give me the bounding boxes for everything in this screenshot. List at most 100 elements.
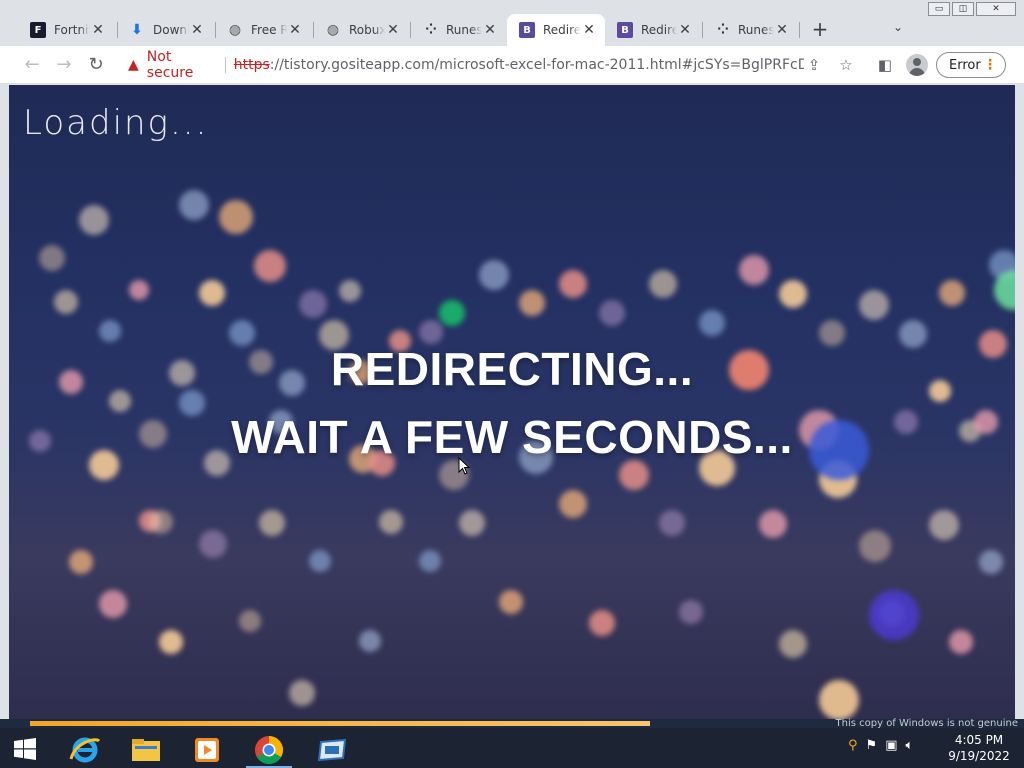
windows-start-icon[interactable]: [14, 738, 36, 760]
bokeh-light: [599, 300, 625, 326]
bokeh-light: [79, 205, 109, 235]
globe-icon: ◍: [326, 22, 340, 38]
error-menu-button[interactable]: Error ⋮: [936, 52, 1006, 78]
bokeh-light: [339, 280, 361, 302]
bokeh-light: [149, 510, 173, 534]
tab-title: Redirecting: [641, 23, 677, 37]
file-explorer-taskbar-button[interactable]: [119, 732, 173, 768]
close-tab-icon[interactable]: ✕: [581, 22, 597, 38]
bokeh-light: [259, 510, 285, 536]
chrome-taskbar-button[interactable]: [242, 732, 296, 768]
close-tab-icon[interactable]: ✕: [774, 22, 790, 38]
bookmark-star-icon[interactable]: ☆: [836, 55, 856, 75]
b-icon: B: [519, 22, 535, 38]
bokeh-light: [559, 490, 587, 518]
bokeh-light: [289, 680, 315, 706]
bokeh-light: [129, 280, 149, 300]
bokeh-light: [559, 270, 587, 298]
internet-explorer-taskbar-button[interactable]: [58, 732, 112, 768]
download-icon: ⬇: [131, 22, 143, 38]
bokeh-light: [479, 260, 509, 290]
close-tab-icon[interactable]: ✕: [677, 22, 693, 38]
browser-window: ▭ ◫ ✕ F Fortnite ✕ ⬇ Download ✕ ◍ Free R: [0, 0, 1024, 726]
page-content: Loading... REDIRECTING... WAIT A FEW SEC…: [9, 85, 1015, 719]
bokeh-light: [239, 610, 261, 632]
bokeh-light: [649, 270, 677, 298]
bokeh-light: [54, 290, 78, 314]
app-taskbar-button[interactable]: [305, 732, 359, 768]
bokeh-light: [699, 310, 725, 336]
tab-runescape[interactable]: ⁘ Runescape ✕: [410, 14, 506, 46]
tab-robux[interactable]: ◍ Robux ✕: [313, 14, 409, 46]
tab-title: Fortnite: [54, 23, 90, 37]
share-icon[interactable]: ⇪: [804, 55, 824, 75]
runescape-icon: ⁘: [425, 22, 437, 38]
bokeh-light: [819, 680, 859, 719]
tab-redirecting[interactable]: B Redirecting ✕: [605, 14, 701, 46]
close-tab-icon[interactable]: ✕: [90, 22, 106, 38]
tab-fortnite[interactable]: F Fortnite ✕: [18, 14, 114, 46]
taskbar-clock[interactable]: 4:05 PM 9/19/2022: [940, 732, 1018, 764]
profile-avatar-icon[interactable]: [906, 54, 928, 76]
redirect-message: REDIRECTING... WAIT A FEW SECONDS...: [9, 335, 1015, 471]
close-window-button[interactable]: ✕: [976, 2, 1016, 16]
bokeh-accent-light: [869, 590, 919, 640]
close-tab-icon[interactable]: ✕: [482, 22, 498, 38]
media-player-taskbar-button[interactable]: [180, 732, 234, 768]
clock-time: 4:05 PM: [954, 733, 1004, 747]
bokeh-light: [219, 200, 253, 234]
bokeh-light: [379, 510, 403, 534]
bokeh-light: [859, 290, 889, 320]
bokeh-light: [359, 630, 381, 652]
bokeh-light: [159, 630, 183, 654]
restore-button[interactable]: ◫: [952, 2, 974, 16]
back-button[interactable]: ←: [21, 54, 43, 76]
volume-icon[interactable]: 🔈︎: [905, 738, 913, 753]
bokeh-light: [929, 510, 959, 540]
address-bar[interactable]: ▲ Not secure https ://tistory.gositeapp.…: [116, 49, 804, 81]
bokeh-light: [949, 630, 973, 654]
bokeh-light: [39, 245, 65, 271]
forward-button[interactable]: →: [53, 54, 75, 76]
bokeh-light: [309, 550, 331, 572]
bokeh-light: [659, 510, 685, 536]
security-indicator[interactable]: Not secure: [147, 49, 215, 81]
search-icon[interactable]: ⚲: [848, 738, 858, 753]
bokeh-light: [779, 280, 807, 308]
bokeh-light: [419, 550, 441, 572]
clock-date: 9/19/2022: [948, 749, 1010, 763]
globe-icon: ◍: [228, 22, 242, 38]
network-icon[interactable]: ▣: [885, 738, 897, 753]
tab-title: Free Robux: [251, 23, 287, 37]
close-tab-icon[interactable]: ✕: [385, 22, 401, 38]
warning-icon: ▲: [128, 57, 139, 73]
bokeh-light: [859, 530, 891, 562]
tab-download[interactable]: ⬇ Download ✕: [117, 14, 213, 46]
runescape-icon: ⁘: [717, 22, 729, 38]
tab-search-chevron-icon[interactable]: ⌄: [889, 20, 907, 38]
close-tab-icon[interactable]: ✕: [189, 22, 205, 38]
close-tab-icon[interactable]: ✕: [287, 22, 303, 38]
minimize-button[interactable]: ▭: [928, 2, 950, 16]
bokeh-light: [179, 190, 209, 220]
bokeh-light: [759, 510, 787, 538]
folder-icon: [132, 739, 160, 761]
flag-icon[interactable]: ⚑: [866, 738, 878, 753]
url-text: ://tistory.gositeapp.com/microsoft-excel…: [269, 57, 804, 73]
bokeh-light: [589, 610, 615, 636]
new-tab-button[interactable]: +: [810, 18, 830, 40]
side-panel-icon[interactable]: ◧: [875, 55, 895, 75]
tab-runescape-2[interactable]: ⁘ Runescape ✕: [702, 14, 798, 46]
window-app-icon: [317, 738, 347, 762]
tab-free-robux[interactable]: ◍ Free Robux ✕: [215, 14, 311, 46]
bokeh-light: [199, 280, 225, 306]
tab-title: Download: [153, 23, 189, 37]
tab-redirecting-active[interactable]: B Redirecting ✕: [507, 14, 605, 46]
reload-button[interactable]: ↻: [85, 54, 107, 76]
url-scheme: https: [233, 57, 270, 73]
chrome-icon: [255, 736, 283, 764]
tab-title: Runescape: [446, 23, 482, 37]
tab-strip: ▭ ◫ ✕ F Fortnite ✕ ⬇ Download ✕ ◍ Free R: [0, 0, 1024, 46]
mouse-cursor-icon: [458, 457, 470, 475]
bokeh-light: [519, 290, 545, 316]
